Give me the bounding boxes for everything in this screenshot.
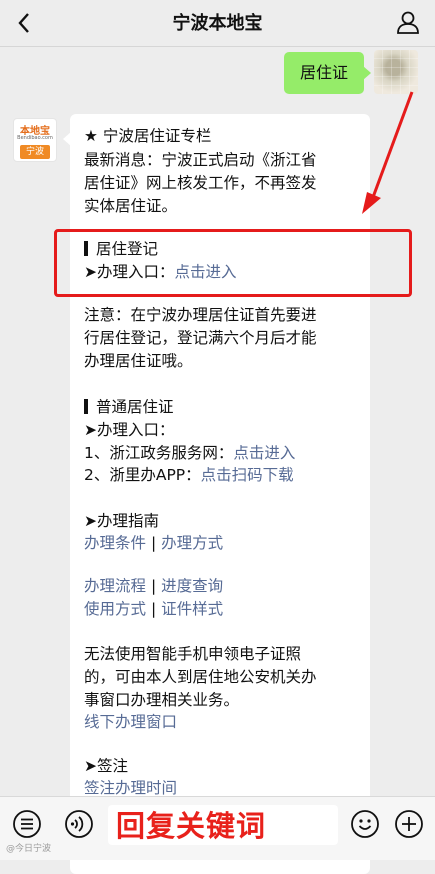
note-line: 办理居住证哦。 [84,352,193,370]
separator: | [146,600,162,618]
zhejiang-gov-row: 1、浙江政务服务网：点击进入 [84,442,295,464]
add-more-icon[interactable] [394,809,424,839]
news-line: 实体居住证。 [84,197,178,215]
item-label: 2、浙里办APP： [84,466,201,484]
chat-title: 宁波本地宝 [172,13,263,34]
reply-keyword-overlay: 回复关键词 [116,809,267,843]
methods-link[interactable]: 办理方式 [161,534,223,552]
bot-message-bubble: ★ 宁波居住证专栏 最新消息：宁波正式启动《浙江省 居住证》网上核发工作，不再签… [63,114,370,874]
item-label: 1、浙江政务服务网： [84,444,234,462]
usage-link[interactable]: 使用方式 [84,600,146,618]
heading-bar-icon [84,399,88,414]
zhejiang-gov-link[interactable]: 点击进入 [233,444,295,462]
offline-window-link[interactable]: 线下办理窗口 [84,711,177,733]
section-title: ★ 宁波居住证专栏 [84,127,212,145]
offline-line: 事窗口办理相关业务。 [84,691,240,709]
emoji-icon[interactable] [350,809,380,839]
card-style-link[interactable]: 证件样式 [161,600,223,618]
watermark: @今日宁波 [6,844,52,854]
news-line: 居住证》网上核发工作，不再签发 [84,174,317,192]
zheliban-app-row: 2、浙里办APP：点击扫码下载 [84,464,294,486]
guide-row: 办理流程 | 进度查询 [84,575,223,597]
user-avatar[interactable] [374,50,418,94]
title-bar: 宁波本地宝 [0,0,435,47]
note-line: 行居住登记，登记满六个月后才能 [84,329,317,347]
highlight-box [54,229,412,297]
normal-entry-label: ➤办理入口： [84,421,175,439]
normal-permit-heading: 普通居住证 [84,396,174,418]
process-link[interactable]: 办理流程 [84,577,146,595]
menu-list-icon[interactable] [12,809,42,839]
guide-row: 使用方式 | 证件样式 [84,598,223,620]
bot-avatar-url: Bendibao.com [17,135,53,141]
separator: | [146,577,162,595]
bot-avatar-city: 宁波 [20,145,50,159]
bot-avatar[interactable]: 本地宝 Bendibao.com 宁波 [13,118,57,162]
guide-label: ➤办理指南 [84,512,159,530]
news-line: 最新消息：宁波正式启动《浙江省 [84,151,317,169]
heading-text: 普通居住证 [96,398,174,416]
note-line: 注意：在宁波办理居住证首先要进 [84,306,317,324]
separator: | [146,534,162,552]
zheliban-app-link[interactable]: 点击扫码下载 [201,466,294,484]
conditions-link[interactable]: 办理条件 [84,534,146,552]
progress-query-link[interactable]: 进度查询 [161,577,223,595]
endorsement-label: ➤签注 [84,757,128,775]
user-message-bubble[interactable]: 居住证 [284,52,371,94]
user-profile-icon[interactable] [395,9,421,35]
voice-icon[interactable] [64,809,94,839]
offline-line: 的，可由本人到居住地公安机关办 [84,668,317,686]
guide-row: 办理条件 | 办理方式 [84,532,223,554]
offline-line: 无法使用智能手机申领电子证照 [84,645,302,663]
